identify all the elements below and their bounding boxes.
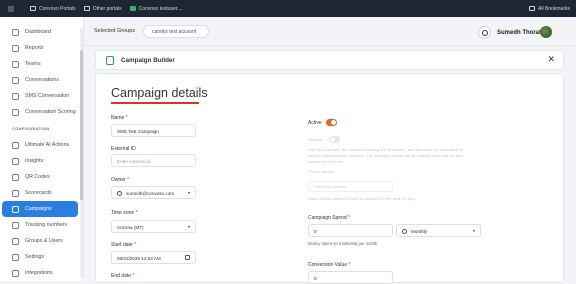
chevron-down-icon: ▾ [187, 190, 190, 195]
page-title: Campaign details [111, 86, 208, 100]
folder-icon [529, 6, 536, 11]
search-icon [402, 229, 407, 234]
referral-toggle[interactable] [329, 136, 340, 143]
sidebar-item-dashboard[interactable]: Dashboard [2, 24, 78, 40]
reports-icon [12, 44, 19, 52]
all-bookmarks[interactable]: All Bookmarks [529, 6, 570, 12]
phone-number-field[interactable]: Enter next number [308, 181, 393, 192]
apps-grid-icon[interactable] [8, 5, 14, 12]
chevron-down-icon: ▾ [187, 224, 190, 229]
start-date-field[interactable]: 08/22/2025 12:53 AM [111, 251, 196, 264]
timezone-select[interactable]: Arizona (MT) ▾ [111, 220, 196, 233]
sidebar-item-groups-users[interactable]: Groups & Users [2, 233, 78, 249]
avatar[interactable] [540, 26, 552, 38]
active-toggle[interactable] [326, 119, 337, 126]
spend-period-select[interactable]: Monthly ▾ [396, 224, 481, 237]
qr-icon [12, 173, 19, 181]
sidebar-item-scorecards[interactable]: Scorecards [2, 185, 78, 201]
bookmark-convoso-testuser[interactable]: Convoso testuser.... [129, 6, 183, 12]
campaign-builder-title: Campaign Builder [121, 57, 175, 64]
owner-label: Owner * [111, 177, 130, 183]
external-id-field[interactable]: Enter external id [111, 154, 196, 167]
convoso-icon [129, 6, 136, 11]
user-name[interactable]: Sumedh Thorat [497, 30, 541, 36]
dashboard-icon [12, 28, 19, 36]
sidebar-item-campaigns[interactable]: Campaigns [2, 201, 78, 217]
sidebar-item-settings[interactable]: Settings [2, 249, 78, 265]
start-date-label: Start date * [111, 242, 137, 248]
conversion-value-field[interactable]: 0 [308, 271, 393, 284]
campaign-builder-header: Campaign Builder ✕ [95, 50, 564, 70]
campaign-details-card: Campaign details Name * SMS Test Campaig… [95, 73, 564, 284]
calendar-icon[interactable] [185, 255, 190, 260]
phone-help: Users will be notified to call this numb… [308, 196, 417, 201]
referral-label: Referral [308, 137, 323, 142]
bookmarks-bar: Convoso Portals Other portals Convoso te… [0, 0, 576, 17]
conversations-icon [12, 76, 19, 84]
search-icon [117, 191, 122, 196]
sidebar-item-reports[interactable]: Reports [2, 40, 78, 56]
phone-number-label: Phone number [308, 169, 335, 174]
conversion-value-label: Conversion Value * [308, 262, 351, 268]
sidebar-item-ultimate-ai-actions[interactable]: Ultimate AI Actions [2, 137, 78, 153]
page-right-edge [572, 46, 575, 281]
sidebar-item-sms-conversation[interactable]: SMS Conversation [2, 88, 78, 104]
sms-icon [12, 92, 19, 100]
folder-icon [30, 6, 36, 11]
name-field[interactable]: SMS Test Campaign [111, 124, 196, 137]
close-icon[interactable]: ✕ [547, 54, 555, 65]
insights-icon [12, 157, 19, 165]
campaign-spend-label: Campaign Spend * [308, 215, 350, 221]
selected-groups-label: Selected Groups [94, 28, 135, 34]
campaigns-icon [12, 205, 19, 213]
teams-icon [12, 60, 19, 68]
campaign-spend-field[interactable]: 0 [308, 224, 393, 237]
search-icon[interactable] [478, 26, 491, 39]
end-date-label: End date * [111, 273, 135, 279]
sidebar-item-conversations[interactable]: Conversations [2, 72, 78, 88]
scorecards-icon [12, 189, 19, 197]
chevron-down-icon: ▾ [472, 228, 475, 233]
name-label: Name * [111, 115, 128, 121]
sidebar-item-conversation-scoring[interactable]: Conversation Scoring [2, 104, 78, 120]
sidebar-item-qr-codes[interactable]: QR Codes [2, 169, 78, 185]
top-bar: Selected Groups candys test account Sume… [84, 17, 576, 46]
ai-icon [12, 141, 19, 149]
sidebar-item-tracking-numbers[interactable]: Tracking numbers [2, 217, 78, 233]
integrations-icon [12, 269, 19, 277]
folder-icon [83, 6, 90, 11]
external-id-label: External ID [111, 146, 136, 152]
sidebar-scrollbar-thumb[interactable] [80, 50, 83, 200]
selected-group-chip[interactable]: candys test account [143, 25, 209, 38]
settings-icon [12, 253, 19, 261]
timezone-label: Time zone * [111, 210, 138, 216]
bookmark-other-portals[interactable]: Other portals [83, 6, 122, 12]
bookmark-convoso-portals[interactable]: Convoso Portals [30, 6, 76, 12]
sidebar-item-teams[interactable]: Teams [2, 56, 78, 72]
sidebar-item-insights[interactable]: Insights [2, 153, 78, 169]
campaign-builder-icon [106, 56, 114, 65]
sidebar-item-integrations[interactable]: Integrations [2, 265, 78, 281]
title-underline [111, 102, 199, 104]
active-label: Active [308, 120, 322, 126]
tracking-icon [12, 221, 19, 229]
owner-select[interactable]: sumedh@convoso.com ▾ [111, 186, 196, 199]
scoring-icon [12, 108, 19, 116]
groups-icon [12, 237, 19, 245]
referral-help: After the end date, the referral recordi… [308, 147, 464, 164]
sidebar-section-configuration: CONFIGURATION [12, 126, 50, 131]
spend-help: Money spent on marketing per month. [308, 241, 379, 246]
